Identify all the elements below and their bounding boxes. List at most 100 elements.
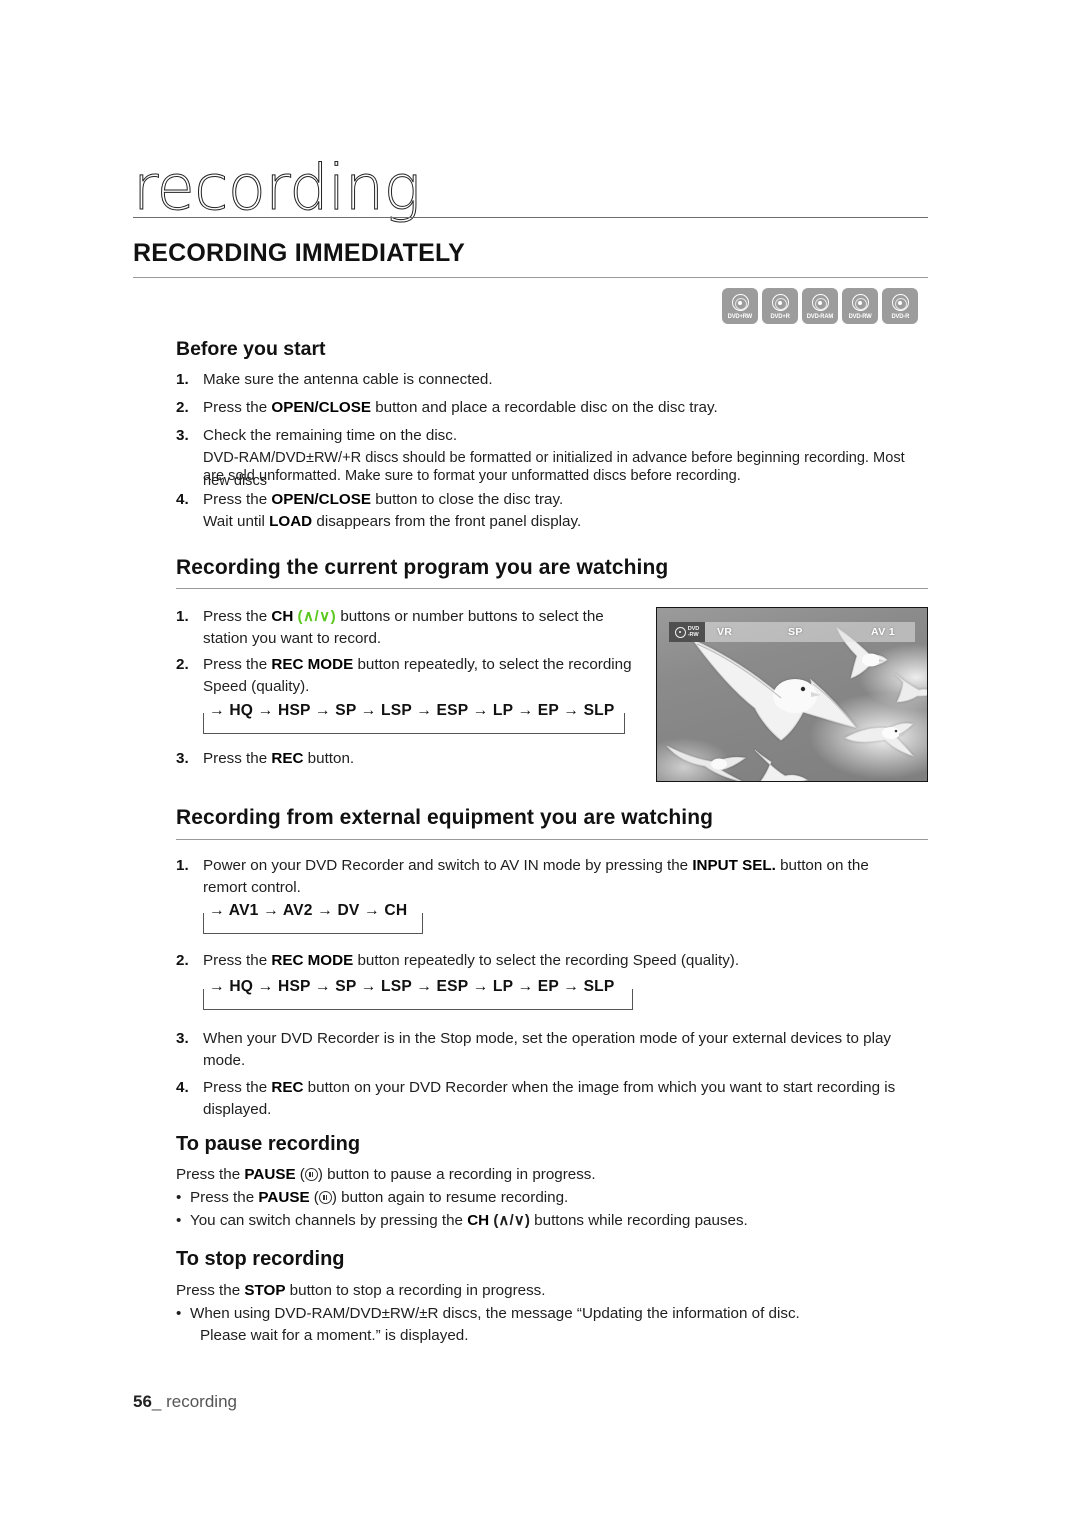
osd-status-bar: DVD -RW VR SP AV 1 bbox=[669, 622, 915, 642]
list-number: 2. bbox=[176, 656, 189, 673]
text-post: button to stop a recording in progress. bbox=[285, 1282, 546, 1299]
disc-badge-dvd-plus-r: DVD+R bbox=[762, 288, 798, 324]
button-name-open-close: OPEN/CLOSE bbox=[271, 491, 371, 508]
list-item-line2: Please wait for a moment.” is displayed. bbox=[200, 1327, 469, 1344]
disc-badge-label: DVD-R bbox=[891, 313, 909, 320]
list-item: Press the OPEN/CLOSE button to close the… bbox=[203, 489, 903, 512]
disc-badge-dvd-plus-rw: DVD+RW bbox=[722, 288, 758, 324]
text-pre: Press the bbox=[203, 1079, 272, 1096]
input-source-cycle-diagram: → AV1 → AV2 → DV → CH bbox=[203, 902, 423, 934]
list-number: 3. bbox=[176, 427, 189, 444]
page-title: RECORDING IMMEDIATELY bbox=[133, 239, 465, 267]
button-name-rec: REC bbox=[271, 750, 304, 767]
cycle-label: → HQ → HSP → SP → LSP → ESP → LP → EP → … bbox=[207, 702, 625, 720]
cycle-sequence: HQ → HSP → SP → LSP → ESP → LP → EP → SL… bbox=[229, 702, 615, 719]
osd-input-label: AV 1 bbox=[871, 626, 896, 638]
seagull-far-right-icon bbox=[894, 673, 927, 703]
heading-to-pause-recording: To pause recording bbox=[176, 1133, 361, 1155]
tv-screenshot: DVD -RW VR SP AV 1 bbox=[656, 607, 928, 782]
button-name-ch: CH bbox=[271, 608, 294, 625]
heading-rule bbox=[176, 839, 928, 840]
text-post: button. bbox=[303, 750, 355, 767]
list-number: 3. bbox=[176, 1030, 189, 1047]
cycle-arrow-icon: → bbox=[209, 902, 225, 919]
osd-mode-label: VR bbox=[717, 626, 733, 638]
cycle-arrow-icon: → bbox=[209, 978, 225, 995]
list-item: Check the remaining time on the disc. bbox=[203, 427, 458, 444]
button-name-stop: STOP bbox=[244, 1282, 286, 1299]
page-title-rule bbox=[133, 277, 928, 278]
list-item-line2: Speed (quality). bbox=[203, 678, 310, 695]
pause-icon bbox=[318, 1191, 332, 1204]
text-pre: Press the bbox=[203, 491, 272, 508]
pause-instruction: Press the PAUSE () button to pause a rec… bbox=[176, 1166, 596, 1183]
disc-compatibility-badges: DVD+RW DVD+R DVD-RAM DVD-RW DVD-R bbox=[722, 288, 918, 324]
disc-icon bbox=[851, 294, 869, 311]
page-footer: 56_ recording bbox=[133, 1392, 237, 1412]
list-item: Press the REC MODE button repeatedly to … bbox=[203, 950, 923, 973]
text-post: button and place a recordable disc on th… bbox=[370, 399, 718, 416]
text-post: disappears from the front panel display. bbox=[312, 513, 582, 530]
list-number: 3. bbox=[176, 750, 189, 767]
osd-disc-badge: DVD -RW bbox=[669, 622, 705, 642]
text-post: button on your DVD Recorder when the ima… bbox=[303, 1079, 896, 1096]
disc-icon bbox=[674, 626, 686, 638]
text-post: button to close the disc tray. bbox=[370, 491, 564, 508]
rec-mode-cycle-diagram: → HQ → HSP → SP → LSP → ESP → LP → EP → … bbox=[203, 702, 625, 734]
text-pre: Power on your DVD Recorder and switch to… bbox=[203, 857, 693, 874]
text-pre: Press the bbox=[203, 656, 272, 673]
text-pre: Wait until bbox=[203, 513, 270, 530]
list-number: 1. bbox=[176, 371, 189, 388]
stop-instruction: Press the STOP button to stop a recordin… bbox=[176, 1280, 876, 1303]
list-item: When your DVD Recorder is in the Stop mo… bbox=[203, 1030, 892, 1047]
seagull-lower-right-icon bbox=[844, 722, 915, 757]
cycle-arrow-icon: → bbox=[209, 702, 225, 719]
list-number: 1. bbox=[176, 608, 189, 625]
button-name-open-close: OPEN/CLOSE bbox=[271, 399, 371, 416]
list-item: Press the PAUSE () button again to resum… bbox=[176, 1187, 890, 1210]
disc-badge-label: DVD-RW bbox=[848, 313, 872, 320]
text-pre: Press the bbox=[176, 1166, 245, 1183]
chapter-title: recording bbox=[133, 151, 422, 224]
footer-underscore: _ bbox=[151, 1392, 167, 1411]
list-item-line2: station you want to record. bbox=[203, 630, 382, 647]
text-pre: Press the bbox=[176, 1282, 245, 1299]
ch-updown-icon: (∧/∨) bbox=[297, 608, 337, 625]
list-item: You can switch channels by pressing the … bbox=[176, 1210, 910, 1233]
osd-speed-label: SP bbox=[788, 626, 803, 638]
heading-to-stop-recording: To stop recording bbox=[176, 1248, 345, 1270]
list-item-line2: mode. bbox=[203, 1052, 246, 1069]
text-post: button again to resume recording. bbox=[336, 1189, 569, 1206]
list-number: 4. bbox=[176, 1079, 189, 1096]
text-post: button repeatedly to select the recordin… bbox=[353, 952, 740, 969]
heading-before-you-start: Before you start bbox=[176, 338, 326, 360]
list-item: Press the OPEN/CLOSE button and place a … bbox=[203, 397, 903, 420]
disc-icon bbox=[811, 294, 829, 311]
disc-badge-dvd-ram: DVD-RAM bbox=[802, 288, 838, 324]
cycle-sequence: AV1 → AV2 → DV → CH bbox=[228, 902, 408, 919]
list-item-line2: displayed. bbox=[203, 1101, 272, 1118]
list-item: Press the REC MODE button repeatedly, to… bbox=[203, 654, 643, 677]
button-name-rec-mode: REC MODE bbox=[271, 952, 354, 969]
disc-badge-dvd-minus-rw: DVD-RW bbox=[842, 288, 878, 324]
heading-rule bbox=[176, 588, 928, 589]
disc-icon bbox=[771, 294, 789, 311]
list-item-note-line2: are sold unformatted. Make sure to forma… bbox=[203, 468, 741, 484]
disc-badge-label: DVD+RW bbox=[727, 313, 753, 320]
list-item: Press the REC button. bbox=[203, 748, 633, 771]
list-number: 2. bbox=[176, 952, 189, 969]
button-name-rec-mode: REC MODE bbox=[271, 656, 354, 673]
list-number: 4. bbox=[176, 491, 189, 508]
text-pre: Press the bbox=[203, 750, 272, 767]
osd-disc-label: DVD -RW bbox=[688, 626, 700, 639]
list-number: 2. bbox=[176, 399, 189, 416]
list-item: Power on your DVD Recorder and switch to… bbox=[203, 855, 923, 878]
text-pre: Press the bbox=[203, 952, 272, 969]
list-item-note: Wait until LOAD disappears from the fron… bbox=[203, 511, 903, 534]
disc-icon bbox=[731, 294, 749, 311]
text-post: buttons or number buttons to select the bbox=[336, 608, 604, 625]
text-post: button repeatedly, to select the recordi… bbox=[353, 656, 632, 673]
ch-updown-icon: (∧/∨) bbox=[493, 1212, 530, 1229]
rec-mode-cycle-diagram-2: → HQ → HSP → SP → LSP → ESP → LP → EP → … bbox=[203, 978, 633, 1010]
text-pre: Press the bbox=[203, 399, 272, 416]
